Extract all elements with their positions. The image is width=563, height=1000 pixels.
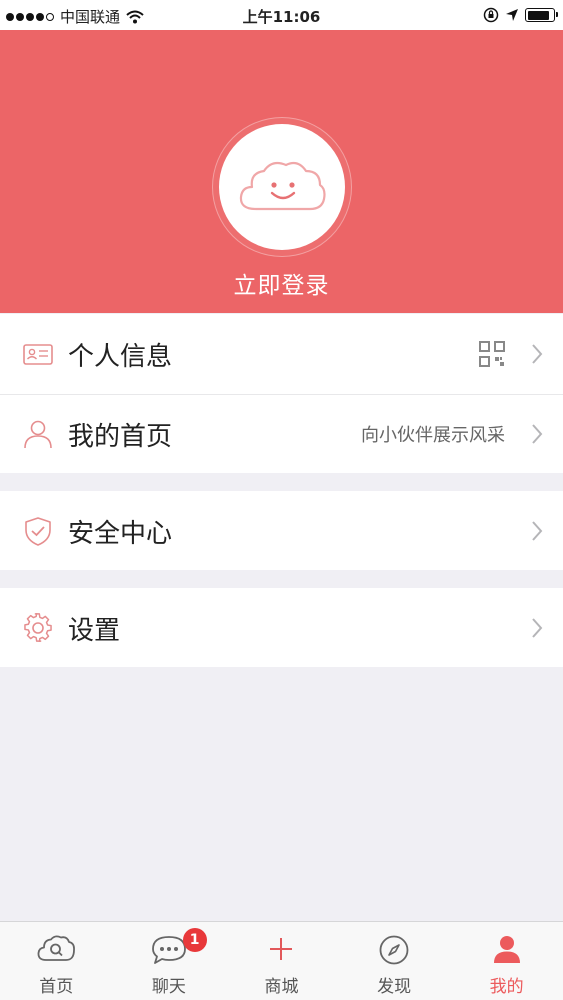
menu-item-label: 我的首页 bbox=[68, 422, 173, 452]
cloud-search-icon bbox=[37, 935, 76, 961]
menu-item-homepage[interactable]: 我的首页 向小伙伴展示风采 bbox=[0, 394, 563, 474]
tab-label: 聊天 bbox=[151, 977, 186, 997]
tab-chat[interactable]: 1 聊天 bbox=[113, 922, 226, 1000]
shield-check-icon bbox=[25, 517, 51, 546]
tab-me[interactable]: 我的 bbox=[450, 922, 563, 1000]
chevron-right-icon bbox=[532, 618, 543, 638]
menu-item-label: 设置 bbox=[68, 616, 121, 646]
id-card-icon bbox=[23, 344, 53, 365]
user-icon bbox=[24, 420, 52, 449]
menu-group-settings: 设置 bbox=[0, 588, 563, 667]
status-bar: 中国联通 上午11:06 bbox=[0, 0, 563, 30]
chevron-right-icon bbox=[532, 344, 543, 364]
tab-label: 发现 bbox=[377, 977, 412, 997]
compass-icon bbox=[379, 935, 409, 965]
chevron-right-icon bbox=[532, 424, 543, 444]
menu-group-profile: 个人信息 我的首页 向小伙伴展示风采 bbox=[0, 314, 563, 473]
tab-mall[interactable]: 商城 bbox=[225, 922, 338, 1000]
rotation-lock-icon bbox=[483, 7, 499, 23]
plus-icon bbox=[270, 938, 293, 960]
menu-item-subtitle: 向小伙伴展示风采 bbox=[361, 425, 505, 446]
tab-home[interactable]: 首页 bbox=[0, 922, 113, 1000]
status-right bbox=[483, 7, 558, 23]
battery-icon bbox=[525, 8, 558, 22]
menu-group-security: 安全中心 bbox=[0, 491, 563, 570]
gear-icon bbox=[24, 612, 52, 643]
profile-header: 立即登录 bbox=[0, 30, 563, 313]
tab-label: 商城 bbox=[264, 977, 299, 997]
menu-item-label: 个人信息 bbox=[68, 342, 173, 372]
location-arrow-icon bbox=[506, 9, 518, 21]
person-icon bbox=[493, 936, 520, 963]
menu-item-security[interactable]: 安全中心 bbox=[0, 491, 563, 571]
avatar[interactable] bbox=[219, 124, 345, 250]
tab-bar: 首页 1 聊天 商城 发现 我的 bbox=[0, 921, 563, 1000]
smiling-cloud-icon bbox=[239, 161, 326, 211]
tab-label: 我的 bbox=[489, 977, 524, 997]
menu-item-profile[interactable]: 个人信息 bbox=[0, 314, 563, 394]
menu-item-label: 安全中心 bbox=[68, 519, 173, 549]
tab-label: 首页 bbox=[39, 977, 74, 997]
menu-item-settings[interactable]: 设置 bbox=[0, 588, 563, 668]
status-time: 上午11:06 bbox=[242, 8, 321, 26]
login-button[interactable]: 立即登录 bbox=[0, 266, 563, 300]
tab-discover[interactable]: 发现 bbox=[338, 922, 451, 1000]
qr-code-icon[interactable] bbox=[479, 341, 505, 367]
unread-badge: 1 bbox=[182, 928, 207, 952]
chevron-right-icon bbox=[532, 521, 543, 541]
